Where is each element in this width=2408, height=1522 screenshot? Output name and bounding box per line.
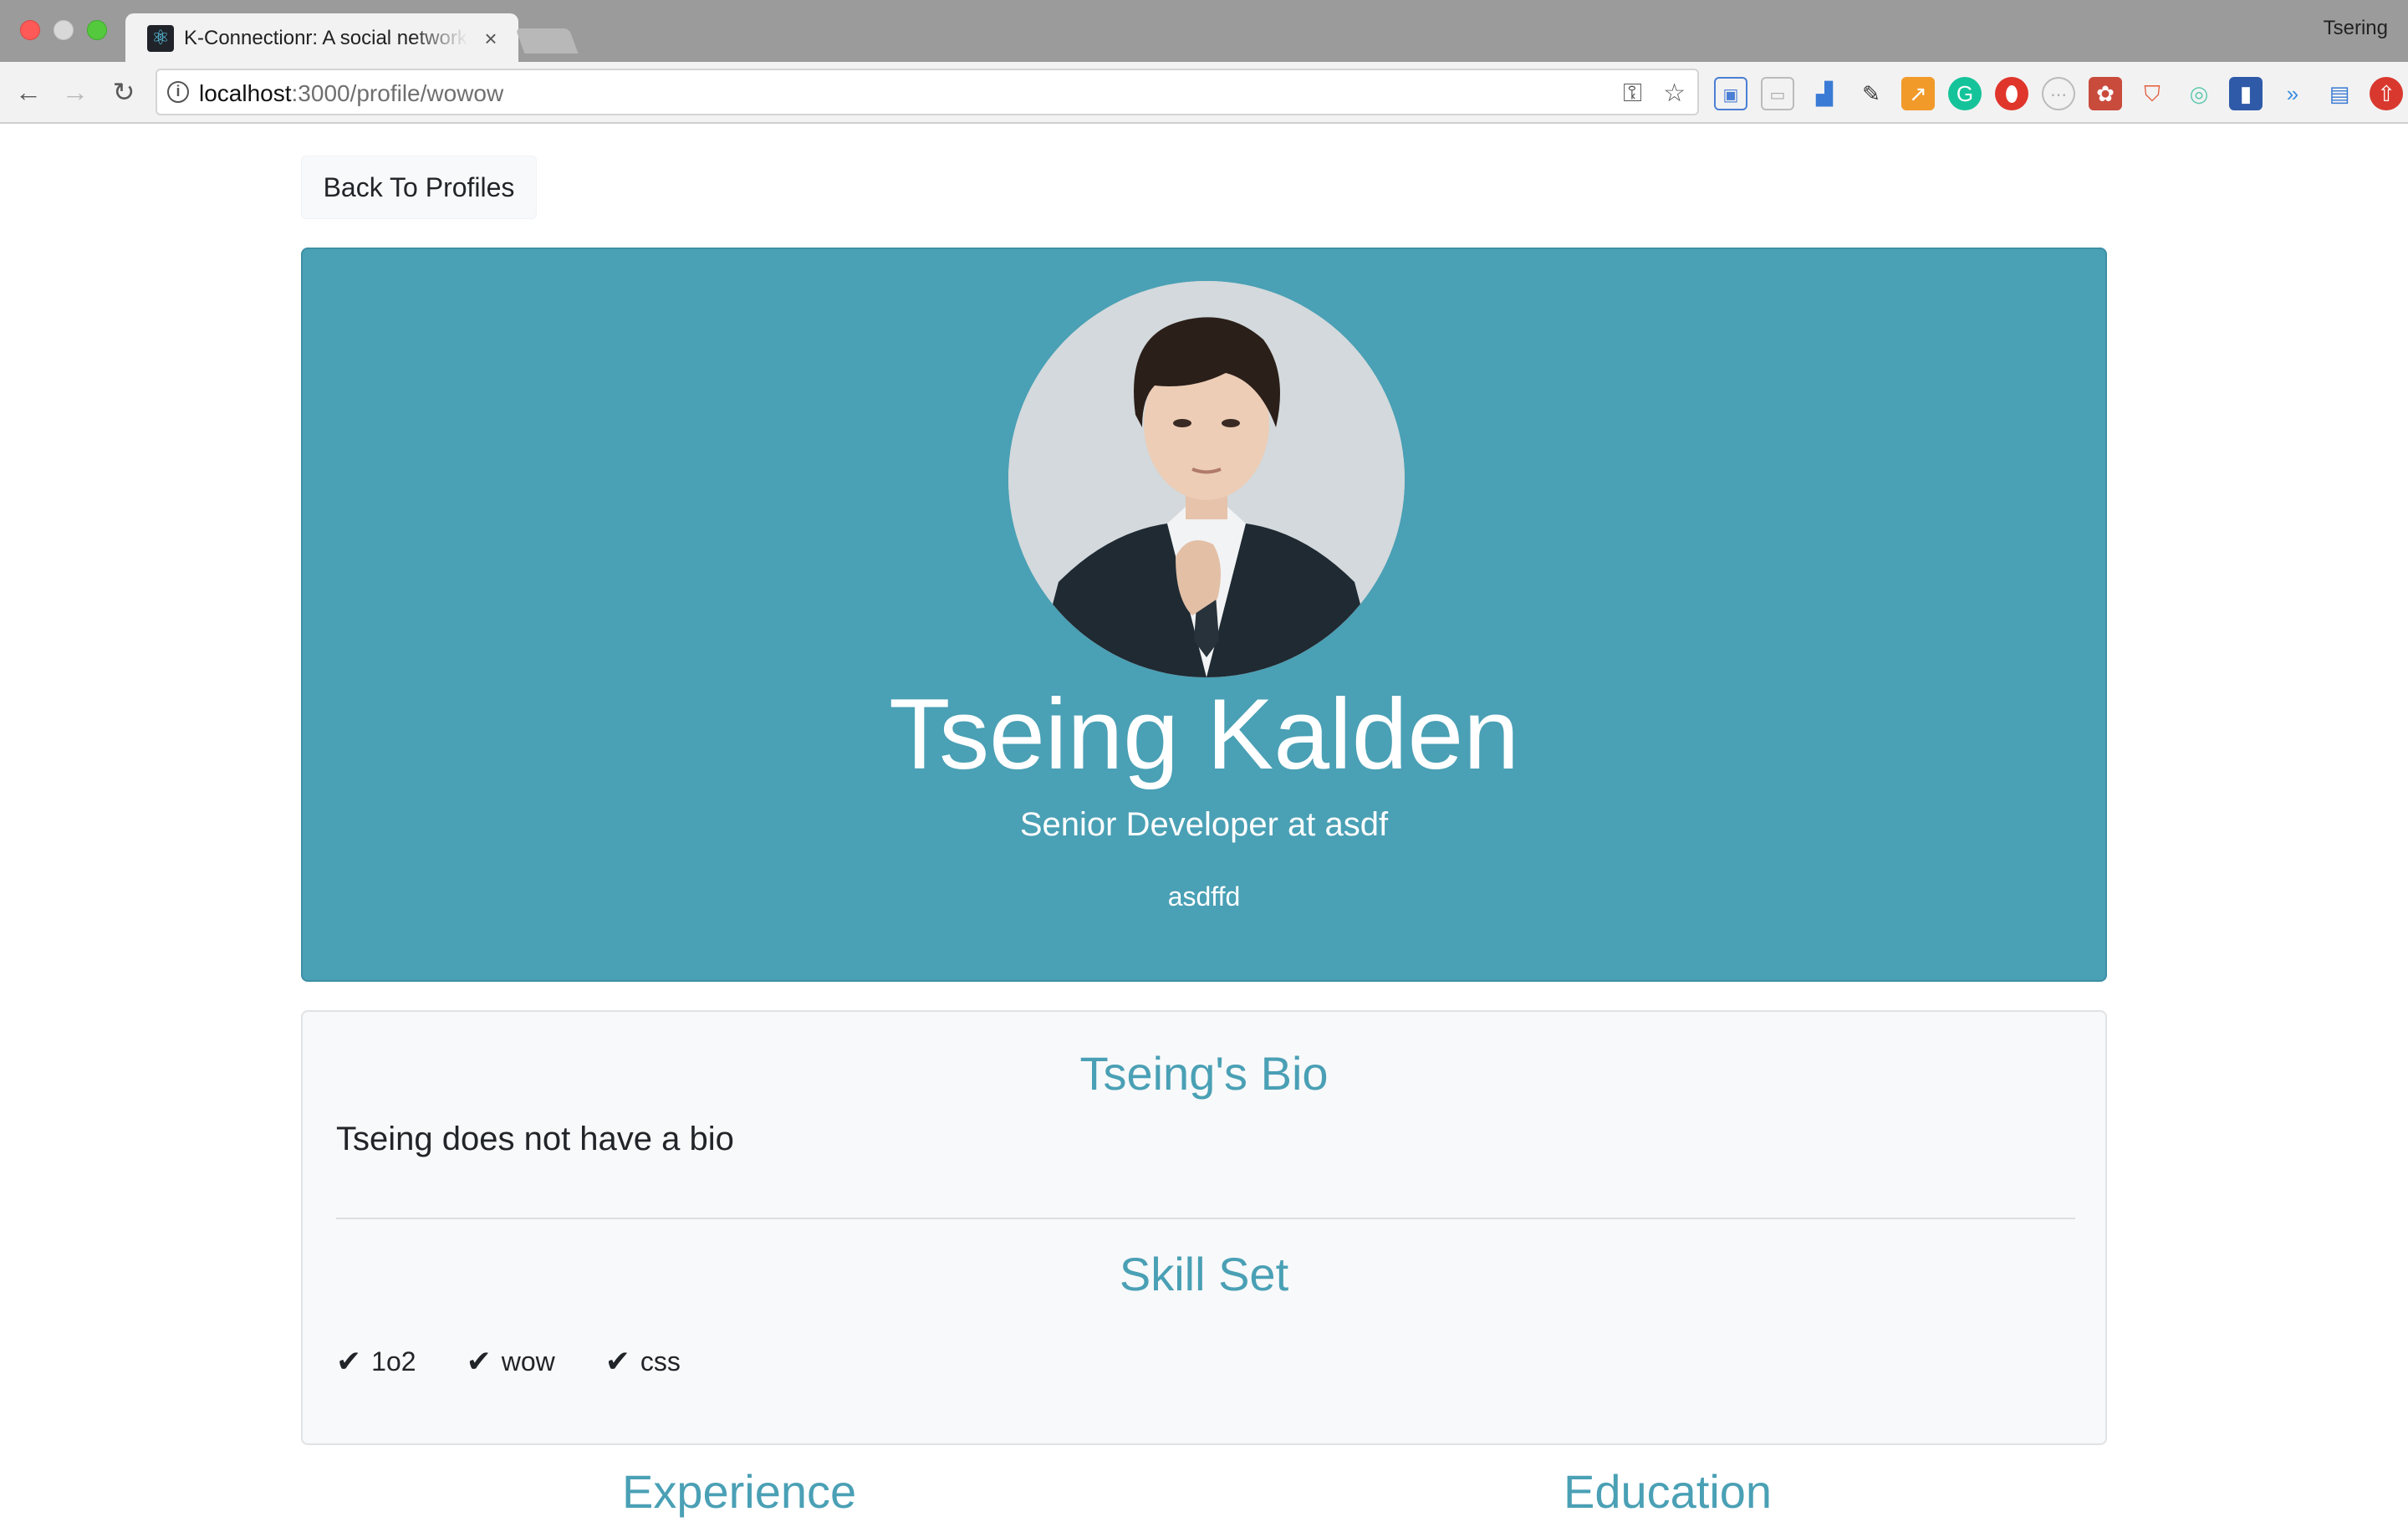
browser-profile-name[interactable]: Tsering [2324,17,2388,40]
extension-icons: ▣ ▭ ▟ ✎ ↗ G ⬮ ⋯ ✿ ⛉ ◎ ▮ » ▤ ⇧ [1714,77,2403,110]
tab-close-icon[interactable]: × [478,23,503,54]
extension-circle-icon[interactable]: ⋯ [2042,77,2075,110]
extension-chat-icon[interactable]: ▤ [2323,77,2356,110]
site-info-icon[interactable]: i [167,81,189,103]
skill-list: ✔ 1o2 ✔ wow ✔ css [336,1343,681,1380]
extension-puzzle-icon[interactable]: ✿ [2089,77,2122,110]
url-host: localhost [199,80,292,106]
skill-set-heading: Skill Set [1119,1248,1289,1300]
reload-icon[interactable]: ↻ [107,75,140,109]
extension-shield-icon[interactable]: ⬮ [1995,77,2028,110]
extension-bars-icon[interactable]: ▟ [1808,77,1841,110]
bookmark-star-icon[interactable]: ☆ [1663,79,1686,109]
back-arrow-icon[interactable]: ← [12,75,45,109]
extension-chart-icon[interactable]: ↗ [1901,77,1935,110]
react-favicon-icon: ⚛ [147,25,174,52]
browser-titlebar: ⚛ K-Connectionr: A social network × Tser… [0,0,2408,64]
browser-toolbar: ← → ↻ i localhost:3000/profile/wowow ⚿ ☆… [0,62,2408,124]
tab-title: K-Connectionr: A social network [184,27,467,49]
skill-item: ✔ wow [467,1343,555,1380]
extension-wave-icon[interactable]: » [2276,77,2309,110]
url-text[interactable]: localhost:3000/profile/wowow [199,79,503,109]
extension-badge-icon[interactable]: ⛉ [2135,77,2169,110]
password-key-icon[interactable]: ⚿ [1623,79,1642,109]
skill-label: wow [501,1346,555,1376]
bio-skills-card: Tseing's Bio Tseing does not have a bio … [301,1010,2107,1445]
bio-heading: Tseing's Bio [1079,1047,1329,1100]
address-bar[interactable]: i localhost:3000/profile/wowow ⚿ ☆ [156,69,1699,115]
extension-window-icon[interactable]: ▣ [1714,77,1747,110]
experience-heading: Experience [622,1465,857,1518]
skill-item: ✔ 1o2 [336,1343,416,1380]
skill-label: css [640,1346,681,1376]
extension-eyedropper-icon[interactable]: ✎ [1854,77,1888,110]
extension-box-icon[interactable]: ▭ [1761,77,1794,110]
forward-arrow-icon[interactable]: → [59,75,92,109]
back-to-profiles-button[interactable]: Back To Profiles [301,156,537,219]
profile-job-title: Senior Developer at asdf [1019,806,1389,843]
close-window-button[interactable] [20,20,40,40]
url-path: :3000/profile/wowow [291,80,504,106]
avatar [1008,281,1405,677]
education-heading: Education [1564,1465,1773,1518]
extension-book-icon[interactable]: ▮ [2229,77,2263,110]
profile-location: asdffd [1167,881,1241,912]
divider [336,1218,2075,1219]
profile-name: Tseing Kalden [889,678,1519,790]
new-tab-button[interactable] [515,28,579,54]
skill-item: ✔ css [605,1343,681,1380]
extension-grammarly-icon[interactable]: G [1948,77,1982,110]
skill-label: 1o2 [371,1346,416,1376]
page-content: Back To Profiles Tseing Kalden Senior De… [0,124,2408,1518]
profile-header-card: Tseing Kalden Senior Developer at asdf a… [301,248,2107,982]
checkmark-icon: ✔ [466,1344,492,1378]
checkmark-icon: ✔ [605,1344,630,1378]
browser-tab-active[interactable]: ⚛ K-Connectionr: A social network × [125,13,518,64]
minimize-window-button[interactable] [54,20,74,40]
checkmark-icon: ✔ [336,1344,362,1378]
extension-target-icon[interactable]: ◎ [2182,77,2216,110]
bio-text: Tseing does not have a bio [336,1121,734,1157]
maximize-window-button[interactable] [87,20,107,40]
avatar-photo [1008,281,1405,677]
extension-upload-icon[interactable]: ⇧ [2370,77,2403,110]
